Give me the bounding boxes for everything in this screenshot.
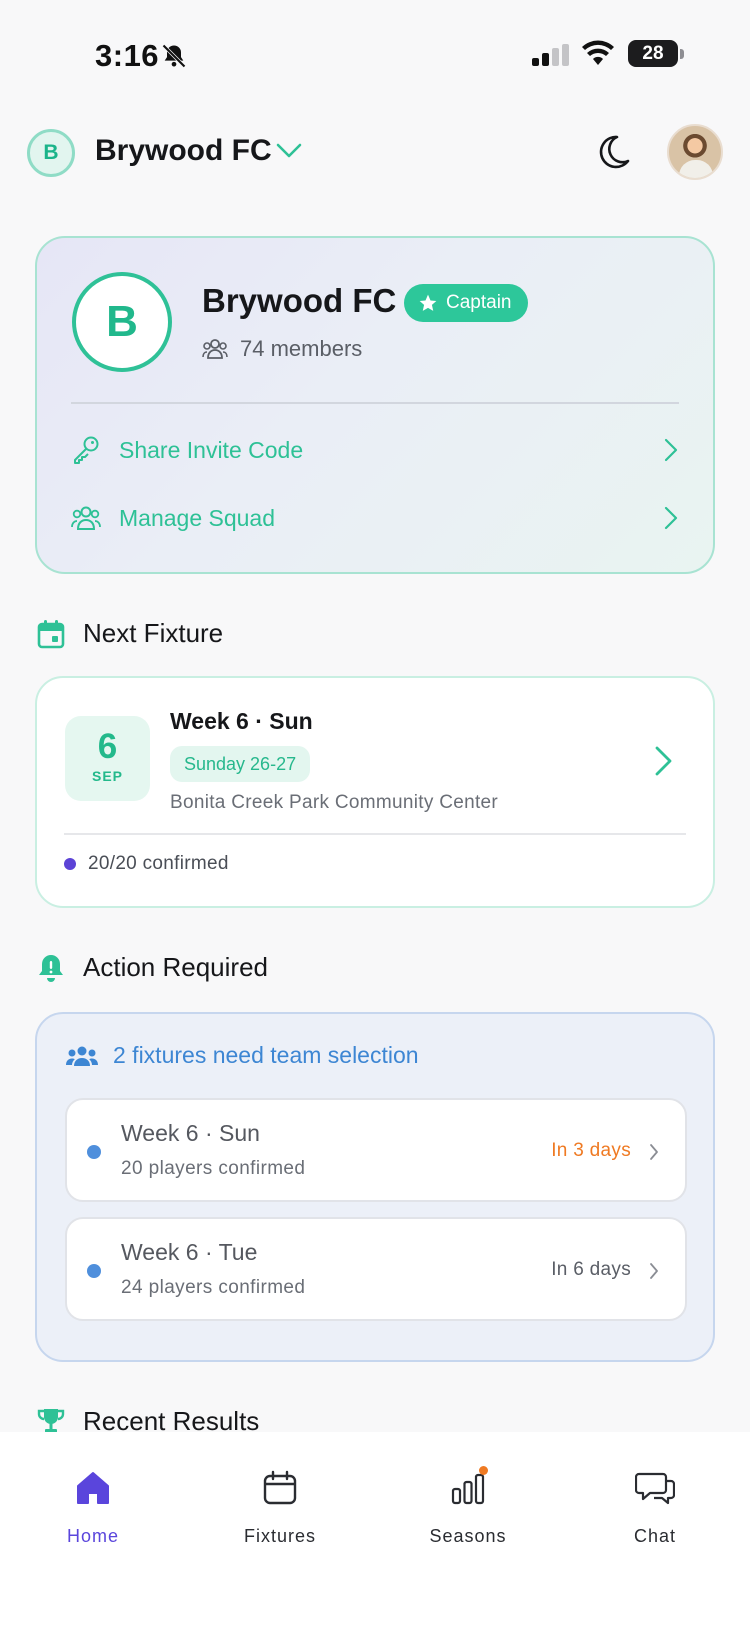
bottom-tab-bar: Home Fixtures Seasons Chat — [0, 1432, 750, 1630]
action-item-due: In 6 days — [551, 1259, 631, 1280]
team-summary-card: B Brywood FC Captain 74 members Share In… — [35, 236, 715, 574]
chevron-right-icon — [649, 1143, 659, 1161]
chevron-right-icon — [663, 505, 679, 531]
fixture-confirmed-status: 20/20 confirmed — [64, 853, 229, 875]
chevron-right-icon — [663, 437, 679, 463]
bar-chart-icon — [393, 1466, 543, 1510]
member-count-label: 74 members — [240, 336, 363, 361]
share-invite-code-label: Share Invite Code — [119, 436, 304, 463]
team-selection-summary: 2 fixtures need team selection — [65, 1042, 419, 1069]
action-item-subtitle: 20 players confirmed — [121, 1158, 306, 1179]
wifi-icon — [581, 40, 615, 66]
fixture-venue: Bonita Creek Park Community Center — [170, 792, 499, 813]
status-dot — [64, 858, 76, 870]
user-profile-avatar[interactable] — [667, 124, 723, 180]
cellular-signal-icon — [532, 44, 570, 66]
fixture-month: SEP — [91, 768, 123, 784]
bell-alert-icon — [37, 953, 65, 983]
key-icon — [71, 435, 101, 465]
action-item[interactable]: Week 6 · Tue 24 players confirmed In 6 d… — [65, 1217, 687, 1321]
tab-seasons[interactable]: Seasons — [393, 1466, 543, 1547]
team-avatar[interactable]: B — [27, 129, 75, 177]
chat-icon — [580, 1466, 730, 1510]
action-item-due: In 3 days — [551, 1140, 631, 1161]
battery-cap — [680, 49, 684, 59]
tab-home-label: Home — [66, 1526, 119, 1546]
next-fixture-heading-label: Next Fixture — [83, 618, 224, 648]
status-dot — [87, 1145, 101, 1159]
tab-seasons-label: Seasons — [429, 1526, 507, 1546]
tab-chat[interactable]: Chat — [580, 1466, 730, 1547]
silent-bell-icon — [160, 42, 188, 70]
fixture-date-pill: Sunday 26-27 — [170, 746, 311, 782]
team-logo-avatar: B — [72, 272, 172, 372]
manage-squad-button[interactable]: Manage Squad — [71, 498, 679, 538]
battery-indicator: 28 — [628, 40, 678, 67]
action-required-heading: Action Required — [37, 952, 268, 983]
people-icon — [71, 505, 101, 531]
notification-dot — [479, 1466, 488, 1475]
tab-fixtures-label: Fixtures — [243, 1526, 316, 1546]
dark-mode-toggle-moon-icon[interactable] — [592, 132, 632, 172]
fixture-day: 6 — [97, 727, 118, 766]
action-required-card: 2 fixtures need team selection Week 6 · … — [35, 1012, 715, 1362]
star-icon — [418, 293, 438, 313]
calendar-icon — [37, 619, 65, 649]
manage-squad-label: Manage Squad — [119, 504, 276, 531]
action-item[interactable]: Week 6 · Sun 20 players confirmed In 3 d… — [65, 1098, 687, 1202]
team-selection-summary-label: 2 fixtures need team selection — [113, 1042, 419, 1068]
fixture-date-box: 6 SEP — [65, 716, 150, 801]
share-invite-code-button[interactable]: Share Invite Code — [71, 430, 679, 470]
team-switcher-name[interactable]: Brywood FC — [95, 134, 272, 168]
team-name: Brywood FC — [202, 282, 397, 319]
captain-badge-label: Captain — [446, 292, 512, 313]
team-group-icon — [65, 1045, 99, 1067]
home-icon — [18, 1466, 168, 1510]
status-time: 3:16 — [95, 38, 160, 73]
group-icon — [202, 338, 228, 360]
calendar-icon — [205, 1466, 355, 1510]
divider — [71, 402, 679, 404]
tab-home[interactable]: Home — [18, 1466, 168, 1547]
action-item-title: Week 6 · Tue — [121, 1239, 258, 1265]
action-required-heading-label: Action Required — [83, 952, 268, 982]
chevron-right-icon — [649, 1262, 659, 1280]
captain-badge: Captain — [404, 284, 528, 322]
action-item-title: Week 6 · Sun — [121, 1120, 260, 1146]
chevron-down-icon[interactable] — [275, 140, 303, 160]
action-item-subtitle: 24 players confirmed — [121, 1277, 306, 1298]
status-bar: 3:16 28 — [0, 0, 750, 110]
tab-chat-label: Chat — [633, 1526, 677, 1546]
member-count: 74 members — [202, 336, 362, 362]
fixture-title: Week 6 · Sun — [170, 708, 313, 734]
status-dot — [87, 1264, 101, 1278]
chevron-right-icon[interactable] — [653, 744, 675, 778]
tab-fixtures[interactable]: Fixtures — [205, 1466, 355, 1547]
top-bar: B Brywood FC — [0, 122, 750, 186]
fixture-confirmed-label: 20/20 confirmed — [88, 853, 229, 874]
divider — [64, 833, 686, 835]
next-fixture-card[interactable]: 6 SEP Week 6 · Sun Sunday 26-27 Bonita C… — [35, 676, 715, 908]
next-fixture-heading: Next Fixture — [37, 618, 223, 649]
